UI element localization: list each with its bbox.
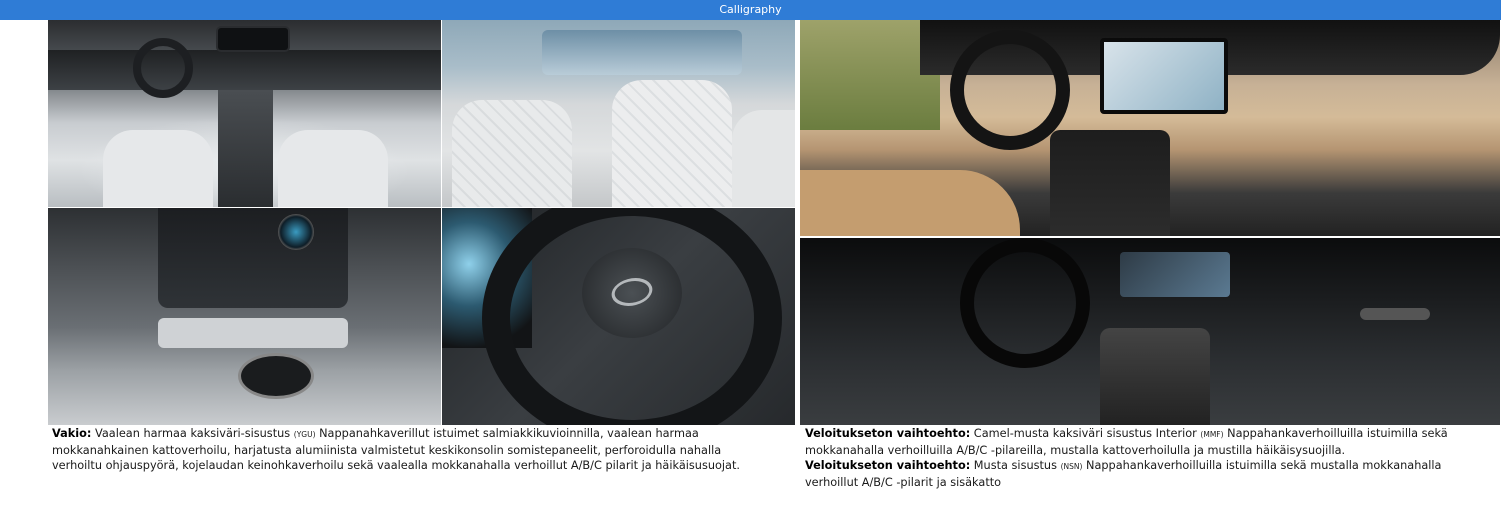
color-code: (NSN) [1060,462,1083,471]
front-seat-left [103,130,213,207]
infotainment-screen [218,28,288,50]
center-console [1050,130,1170,236]
section-title-bar: Calligraphy [0,0,1501,20]
photo-rear-seats [442,20,795,207]
color-code: (YGU) [293,430,316,439]
center-console [1100,328,1210,425]
optional-interior-descriptions: Veloitukseton vaihtoehto: Camel-musta ka… [805,426,1495,490]
steering-wheel [133,38,193,98]
caption-label: Veloitukseton vaihtoehto: [805,459,971,472]
photo-steering-wheel [442,208,795,425]
shift-button-panel [158,208,348,308]
photo-black-interior [800,238,1500,425]
photo-center-console [48,208,441,425]
cup-holder [238,353,314,399]
quilted-seat-front [452,100,572,207]
option-black: Veloitukseton vaihtoehto: Musta sisustus… [805,458,1495,490]
caption-text: Vaalean harmaa kaksiväri-sisustus [91,427,294,440]
center-console [218,90,273,207]
standard-interior-description: Vakio: Vaalean harmaa kaksiväri-sisustus… [52,426,742,474]
caption-label: Veloitukseton vaihtoehto: [805,427,971,440]
caption-text: Camel-musta kaksiväri sisustus Interior [970,427,1201,440]
dashboard [48,50,441,90]
rear-window [542,30,742,75]
quilted-seat-rear [612,80,732,207]
steering-wheel [960,238,1090,368]
caption-label: Vakio: [52,427,92,440]
caption-text: Musta sisustus [970,459,1061,472]
option-camel-black: Veloitukseton vaihtoehto: Camel-musta ka… [805,426,1495,458]
quilted-seat-side [732,110,795,207]
photo-front-interior-light [48,20,441,207]
air-vent [1360,308,1430,320]
console-tray [158,318,348,348]
infotainment-screen [1120,252,1230,297]
color-code: (MMF) [1200,430,1224,439]
navigation-screen [1100,38,1228,114]
camel-seat [800,170,1020,236]
drive-mode-knob [278,214,314,250]
front-seat-right [278,130,388,207]
window-view [800,20,940,130]
section-title: Calligraphy [719,3,782,16]
photo-camel-interior [800,20,1500,236]
